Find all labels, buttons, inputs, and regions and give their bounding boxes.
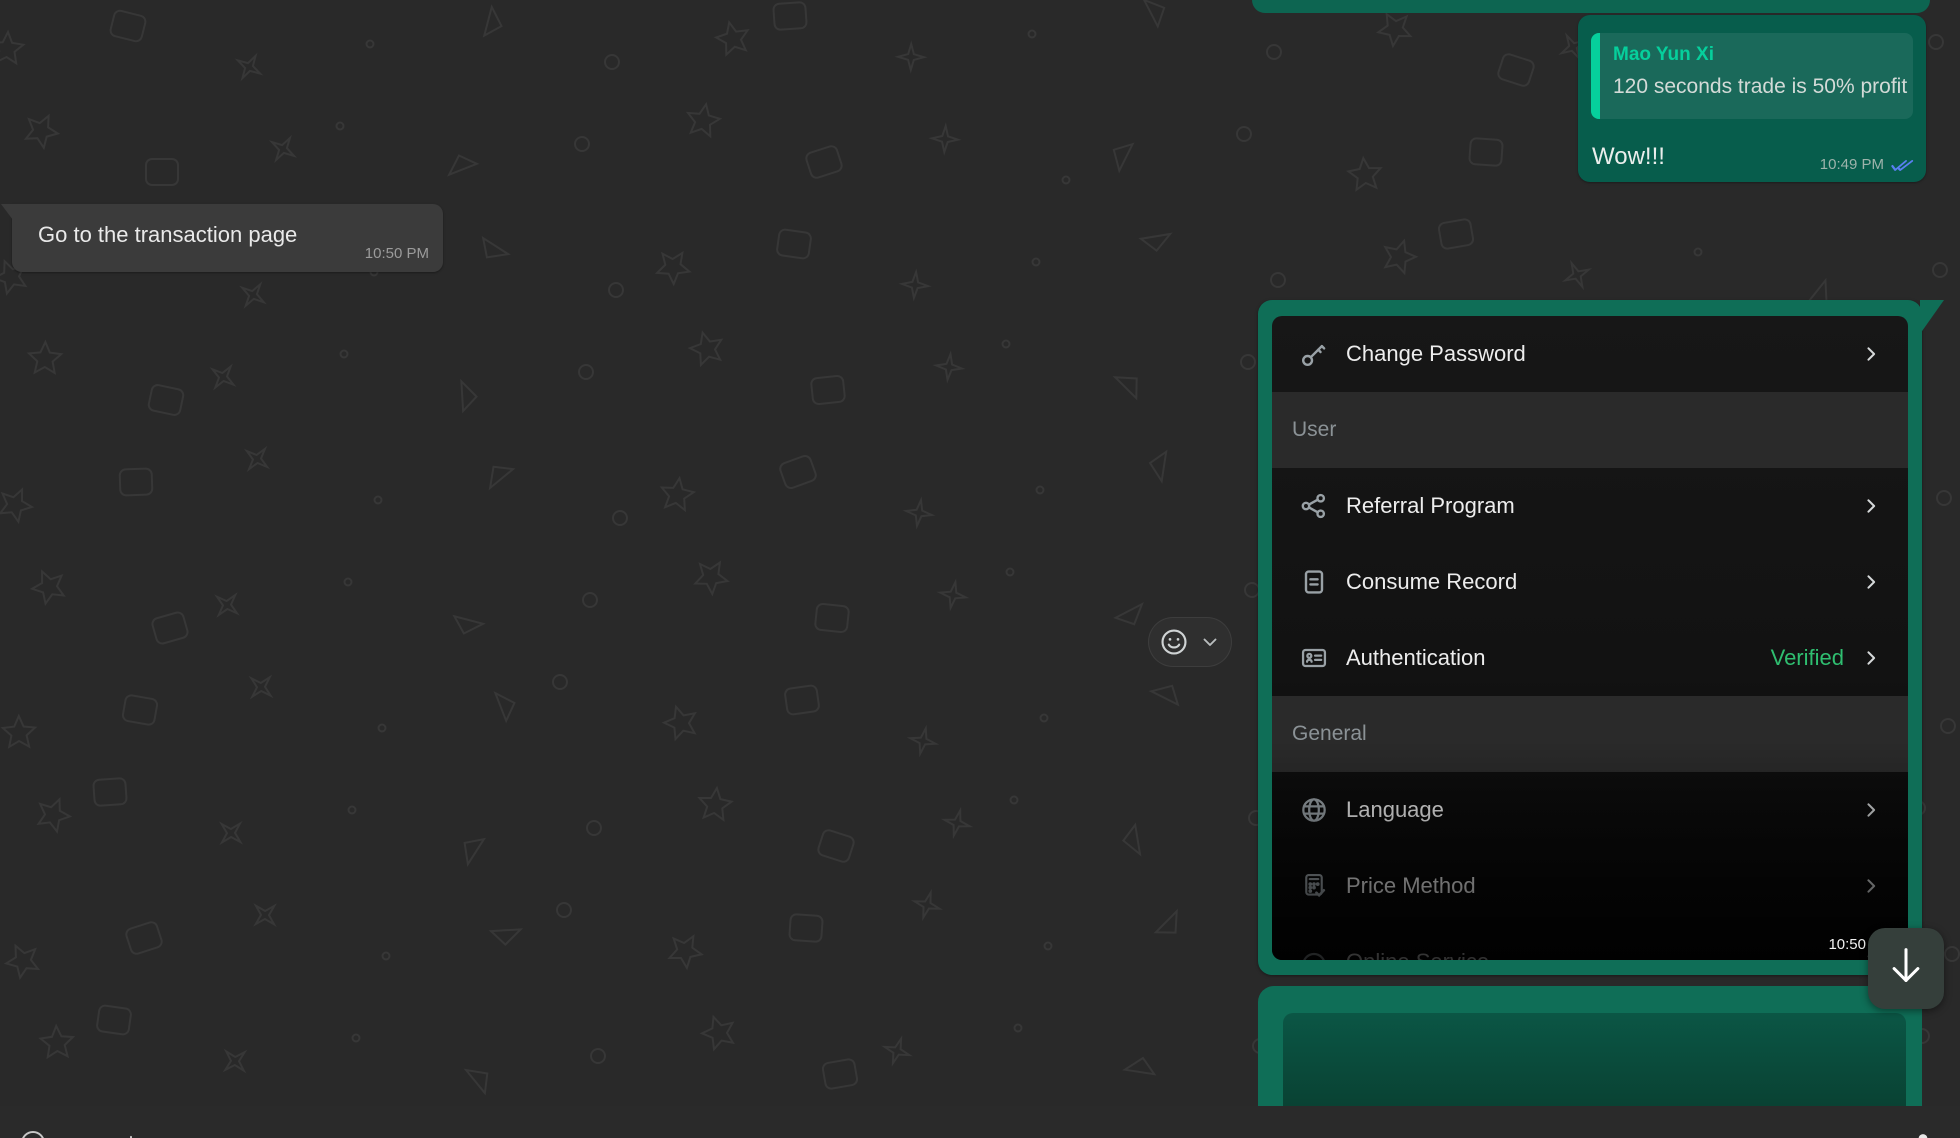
message-text: Wow!!! [1592,143,1665,171]
settings-item-value: Verified [1771,645,1844,671]
chevron-right-icon [1860,495,1882,517]
settings-item-label: Language [1346,797,1860,823]
settings-item-label: Price Method [1346,873,1860,899]
down-arrow-icon [1887,944,1925,993]
chevron-right-icon [1860,343,1882,365]
settings-item-online-service: Online Service [1272,924,1908,960]
settings-screenshot: Change Password User Referral Program Consu… [1272,316,1908,960]
chevron-right-icon [1860,875,1882,897]
message-text: Go to the transaction page [38,222,297,248]
settings-item-label: Online Service [1346,949,1860,960]
message-input-bar [0,1106,1960,1138]
outgoing-message[interactable]: Mao Yun Xi 120 seconds trade is 50% prof… [1578,15,1926,182]
chevron-right-icon [1860,799,1882,821]
quote-author: Mao Yun Xi [1613,44,1903,66]
quote-text: 120 seconds trade is 50% profit [1613,75,1903,99]
chevron-down-icon [1205,640,1216,646]
quote-accent-bar [1591,33,1600,119]
emoji-react-button[interactable] [1158,626,1190,658]
scroll-to-bottom-button[interactable] [1868,928,1944,1009]
globe-icon [1298,794,1330,826]
settings-section-header-user: User [1272,392,1908,468]
section-header-label: User [1292,418,1336,442]
settings-item-label: Referral Program [1346,493,1860,519]
chevron-right-icon [1860,571,1882,593]
chevron-right-icon [1860,647,1882,669]
microphone-icon[interactable] [1911,1133,1935,1138]
settings-item-change-password: Change Password [1272,316,1908,392]
emoji-picker-icon[interactable] [18,1128,48,1138]
incoming-message[interactable]: Go to the transaction page 10:50 PM [12,204,443,272]
settings-item-consume-record: Consume Record [1272,544,1908,620]
headset-icon [1298,946,1330,960]
message-hover-actions [1148,617,1232,667]
document-icon [1298,566,1330,598]
share-icon [1298,490,1330,522]
message-menu-button[interactable] [1198,630,1222,654]
calculator-icon [1298,870,1330,902]
screenshot-message[interactable]: Change Password User Referral Program Consu… [1258,300,1922,975]
key-icon [1298,338,1330,370]
settings-item-language: Language [1272,772,1908,848]
quoted-reply[interactable]: Mao Yun Xi 120 seconds trade is 50% prof… [1591,33,1913,119]
id-card-icon [1298,642,1330,674]
settings-item-label: Consume Record [1346,569,1860,595]
settings-item-label: Authentication [1346,645,1771,671]
section-header-label: General [1292,722,1367,746]
settings-item-authentication: AuthenticationVerified [1272,620,1908,696]
message-time: 10:49 PM [1820,156,1884,173]
settings-section-header-general: General [1272,696,1908,772]
message-time: 10:50 PM [365,245,429,262]
image-message-time: 10:50 [1828,936,1866,953]
settings-item-label: Change Password [1346,341,1860,367]
settings-item-price-method: Price Method [1272,848,1908,924]
settings-item-referral-program: Referral Program [1272,468,1908,544]
previous-message-bubble-edge[interactable] [1252,0,1930,13]
read-receipt-icon [1888,158,1915,171]
whatsapp-chat-window: Mao Yun Xi 120 seconds trade is 50% prof… [0,0,1960,1138]
attach-plus-icon[interactable] [118,1132,144,1138]
